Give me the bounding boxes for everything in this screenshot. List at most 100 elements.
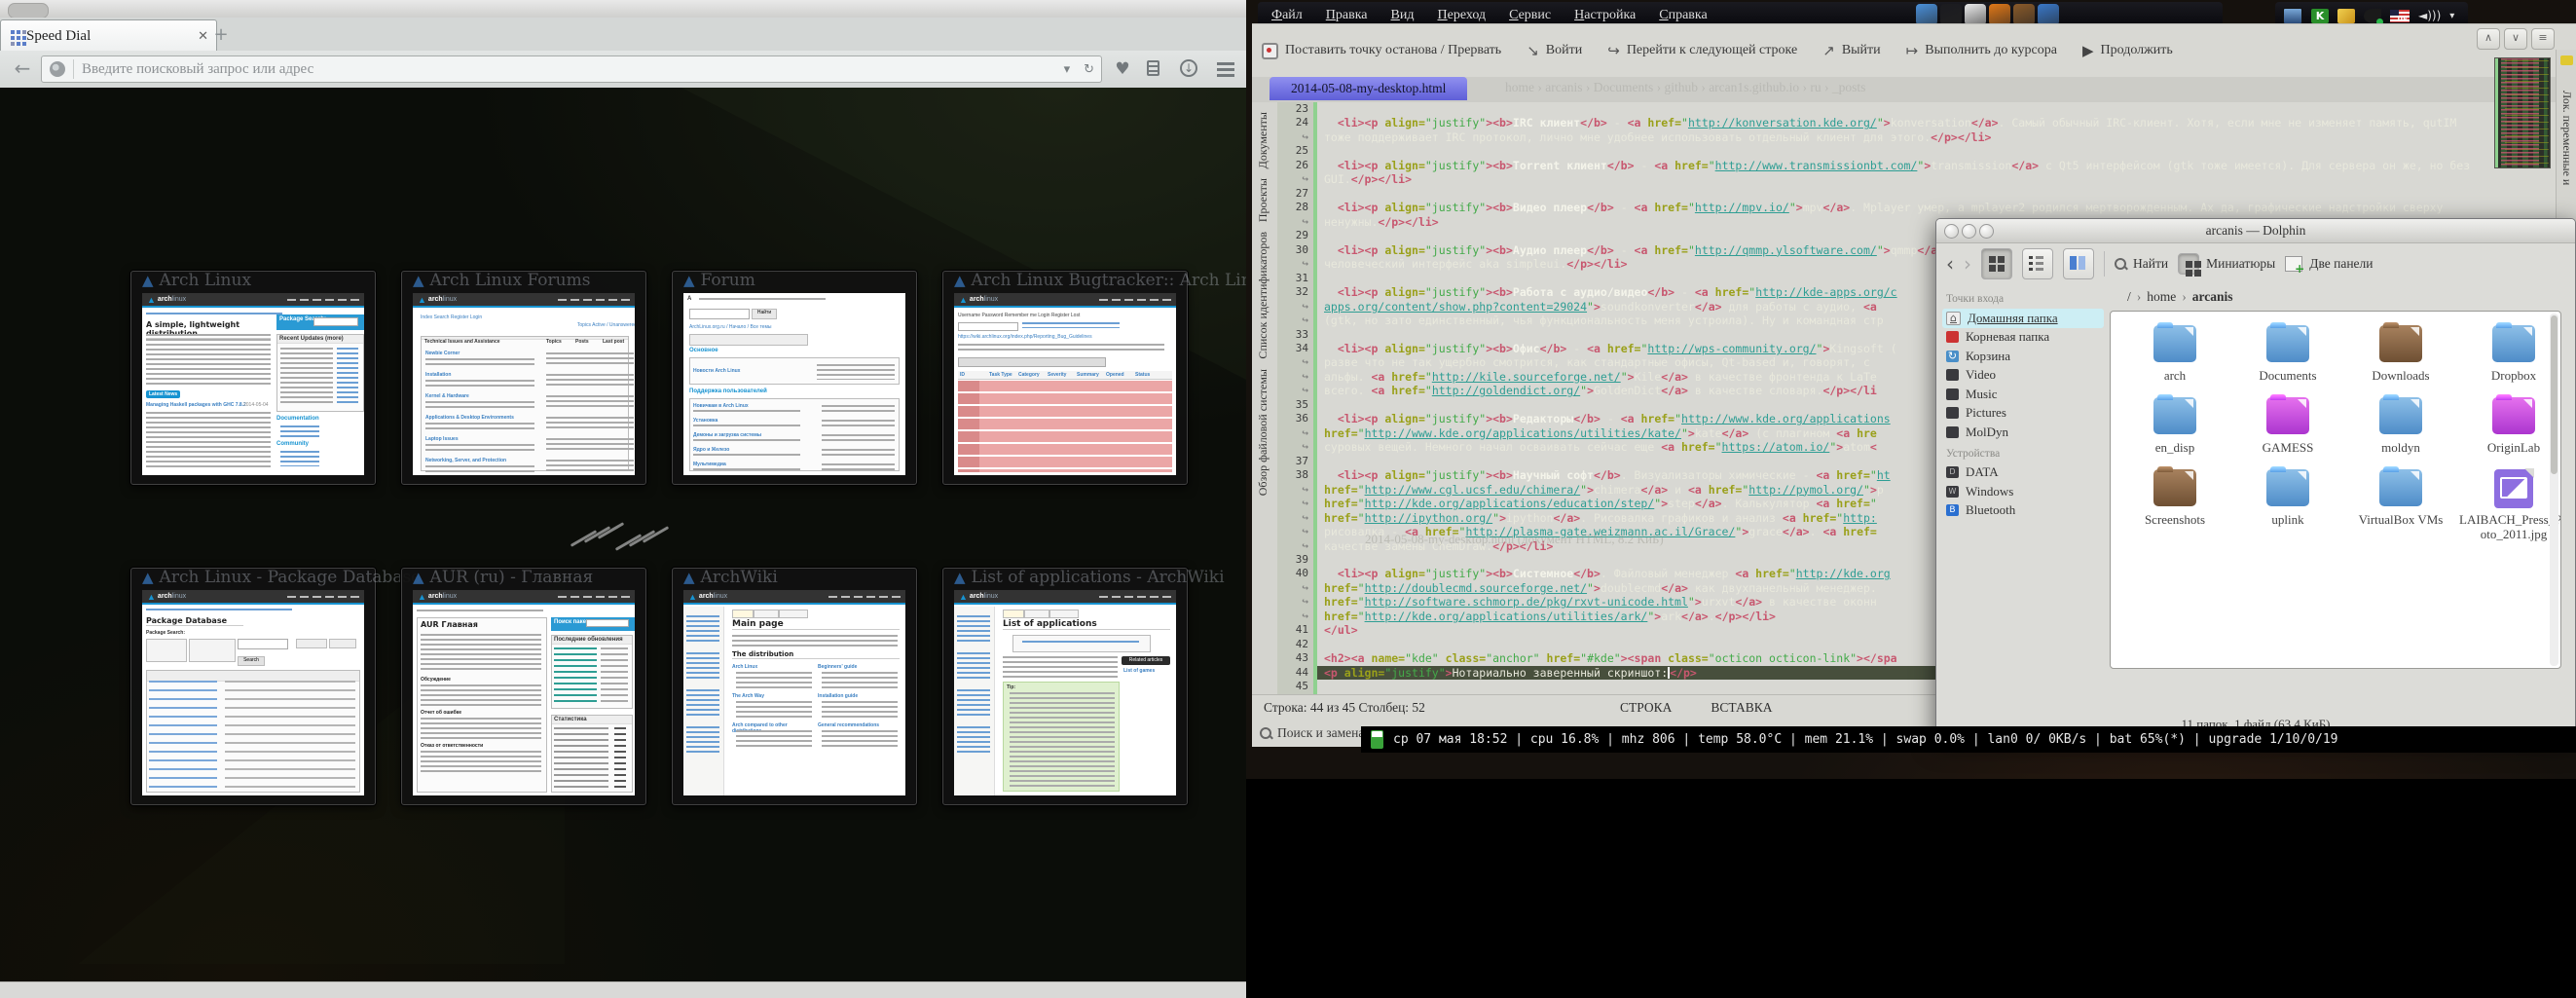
tab-local-variables[interactable]: Лок. переменные и: [2559, 91, 2574, 185]
step-over-button[interactable]: ↪Перейти к следующей строке: [1607, 42, 1797, 59]
reload-icon[interactable]: ↻: [1077, 62, 1101, 77]
crumb-arcanis[interactable]: arcanis: [2192, 289, 2233, 304]
code-row[interactable]: 23: [1277, 102, 2576, 116]
code-row[interactable]: ↪тоже поддерживает IRC протокол, лично м…: [1277, 130, 2576, 144]
code-row[interactable]: 25: [1277, 144, 2576, 158]
tool-tab-4[interactable]: Обзор файловой системы: [1256, 369, 1270, 496]
thumb-Forum[interactable]: AНайтиArchLinux.org.ru / Начало / Все те…: [672, 271, 917, 485]
clipboard-icon[interactable]: [1147, 58, 1168, 82]
thumb-card[interactable]: ▲archlinuxUsername Password Remember me …: [942, 271, 1188, 485]
file-moldyn[interactable]: moldyn: [2344, 397, 2457, 455]
scroll-menu-icon[interactable]: ≡: [2531, 28, 2555, 50]
thumb-card[interactable]: ▲archlinuxIndex Search Register LoginTop…: [401, 271, 646, 485]
thumb-Arch-Linux-Bugtracker-Arch-Linux-[interactable]: ▲archlinuxUsername Password Remember me …: [942, 271, 1188, 485]
thumb-card[interactable]: ▲archlinuxA simple, lightweight distribu…: [130, 271, 376, 485]
tray-app-icon-0[interactable]: [1916, 4, 1937, 25]
url-bar[interactable]: Введите поисковый запрос или адрес ▾ ↻: [41, 55, 1102, 83]
back-button[interactable]: ←: [10, 56, 35, 82]
window-button-2[interactable]: [1962, 224, 1976, 239]
browser-titlebar[interactable]: [0, 0, 1246, 18]
thumb-card[interactable]: ▲archlinuxMain pageThe distributionArch …: [672, 568, 917, 805]
bookmark-heart-icon[interactable]: ♥: [1112, 58, 1133, 80]
icons-view-button[interactable]: [1981, 248, 2012, 279]
run-to-cursor-button[interactable]: ↦Выполнить до курсора: [1906, 42, 2057, 59]
tool-tab-1[interactable]: Документы: [1256, 112, 1270, 168]
place-Корневая-папка[interactable]: Корневая папка: [1942, 328, 2104, 348]
folder-view[interactable]: archDocumentsDownloadsDropboxen_dispGAME…: [2110, 311, 2561, 669]
tray-app-icon-3[interactable]: [1989, 4, 2010, 25]
details-view-button[interactable]: [2022, 248, 2053, 279]
keyboard-layout-us-icon[interactable]: [2390, 10, 2410, 22]
device-DATA[interactable]: DDATA: [1942, 463, 2104, 483]
menu-Справка[interactable]: Справка: [1659, 8, 1707, 23]
back-icon[interactable]: ‹: [1946, 252, 1954, 276]
klipper-icon[interactable]: [2337, 9, 2355, 23]
thumb-card[interactable]: AНайтиArchLinux.org.ru / Начало / Все те…: [672, 271, 917, 485]
titlebar-pill[interactable]: [8, 3, 49, 18]
continue-button[interactable]: ▶Продолжить: [2082, 42, 2173, 59]
file-GAMESS[interactable]: GAMESS: [2231, 397, 2344, 455]
thumb-card[interactable]: ▲archlinuxList of applicationsRelated ar…: [942, 568, 1188, 805]
window-button-1[interactable]: [1944, 224, 1959, 239]
wrap-mode[interactable]: СТРОКА: [1620, 700, 1672, 716]
tool-tab-3[interactable]: Список идентификаторов: [1256, 232, 1270, 359]
url-dropdown-icon[interactable]: ▾: [1057, 62, 1078, 77]
step-out-button[interactable]: ↗Выйти: [1822, 42, 1880, 59]
place-Домашняя-папка[interactable]: ⌂Домашняя папка: [1942, 309, 2104, 328]
tab-speed-dial[interactable]: Speed Dial ✕: [0, 19, 217, 52]
tray-app-icon-4[interactable]: [2013, 4, 2035, 25]
file-Screenshots[interactable]: Screenshots: [2118, 469, 2231, 527]
file-VirtualBox VMs[interactable]: VirtualBox VMs: [2344, 469, 2457, 527]
file-OriginLab[interactable]: OriginLab: [2457, 397, 2561, 455]
file-Dropbox[interactable]: Dropbox: [2457, 325, 2561, 383]
thumb-Arch-Linux-Package-Database[interactable]: ▲archlinuxPackage DatabasePackage Search…: [130, 568, 376, 805]
menu-Вид[interactable]: Вид: [1391, 8, 1415, 23]
thumb-card[interactable]: ▲archlinuxPackage DatabasePackage Search…: [130, 568, 376, 805]
tray-app-icon-2[interactable]: [1965, 4, 1986, 25]
thumb-AUR-ru-[interactable]: ▲archlinuxAUR ГлавнаяОбсуждениеОтчет об …: [401, 568, 646, 805]
thumb-card[interactable]: ▲archlinuxAUR ГлавнаяОбсуждениеОтчет об …: [401, 568, 646, 805]
code-row[interactable]: 26 <li><p align="justify"><b>Torrent кли…: [1277, 159, 2576, 172]
find-button[interactable]: Найти: [2115, 256, 2168, 272]
split-panels-button[interactable]: Две панели: [2285, 256, 2373, 272]
kdeconnect-icon[interactable]: K: [2311, 9, 2329, 23]
menu-Настройка[interactable]: Настройка: [1574, 8, 1636, 23]
thumb-ArchWiki[interactable]: ▲archlinuxMain pageThe distributionArch …: [672, 568, 917, 805]
code-row[interactable]: 24 <li><p align="justify"><b>IRC клиент<…: [1277, 116, 2576, 129]
menu-Файл[interactable]: Файл: [1271, 8, 1303, 23]
columns-view-button[interactable]: [2063, 248, 2094, 279]
scrollbar[interactable]: [2550, 314, 2558, 666]
crumb-home[interactable]: home: [2147, 289, 2176, 304]
place-MolDyn[interactable]: MolDyn: [1942, 423, 2104, 442]
file-uplink[interactable]: uplink: [2231, 469, 2344, 527]
code-minimap[interactable]: [2494, 57, 2551, 168]
dolphin-titlebar[interactable]: arcanis — Dolphin: [1936, 219, 2575, 243]
inkscape-icon[interactable]: [2364, 9, 2381, 23]
tool-поиск-и-замена[interactable]: Поиск и замена: [1260, 725, 1364, 741]
tray-app-icon-1[interactable]: [1940, 4, 1962, 25]
thumb-Arch-Linux-Forums[interactable]: ▲archlinuxIndex Search Register LoginTop…: [401, 271, 646, 485]
file-arch[interactable]: arch: [2118, 325, 2231, 383]
device-Bluetooth[interactable]: BBluetooth: [1942, 501, 2104, 521]
display-icon[interactable]: [2283, 8, 2302, 24]
window-button-3[interactable]: [1979, 224, 1994, 239]
file-Downloads[interactable]: Downloads: [2344, 325, 2457, 383]
tray-expander-icon[interactable]: ▾: [2449, 11, 2454, 21]
place-Music[interactable]: Music: [1942, 385, 2104, 404]
new-tab-button[interactable]: +: [208, 23, 234, 49]
code-row[interactable]: 28 <li><p align="justify"><b>Видео плеер…: [1277, 201, 2576, 214]
code-row[interactable]: 27: [1277, 187, 2576, 201]
menu-Переход[interactable]: Переход: [1438, 8, 1487, 23]
menu-hamburger-icon[interactable]: [1217, 58, 1238, 80]
insert-mode[interactable]: ВСТАВКА: [1711, 700, 1772, 716]
thumbnails-button[interactable]: Миниатюры: [2178, 253, 2275, 275]
tab-close-icon[interactable]: ✕: [198, 29, 208, 44]
menu-Правка[interactable]: Правка: [1326, 8, 1368, 23]
scroll-buttons[interactable]: ∧ ∨ ≡: [2477, 28, 2555, 50]
volume-icon[interactable]: ◄))): [2418, 9, 2441, 22]
scroll-up-icon[interactable]: ∧: [2477, 28, 2500, 50]
site-identity-icon[interactable]: [50, 61, 65, 77]
document-tab[interactable]: 2014-05-08-my-desktop.html: [1270, 77, 1467, 100]
code-row[interactable]: ↪GUI.</p></li>: [1277, 172, 2576, 186]
crumb-/[interactable]: /: [2127, 289, 2131, 304]
